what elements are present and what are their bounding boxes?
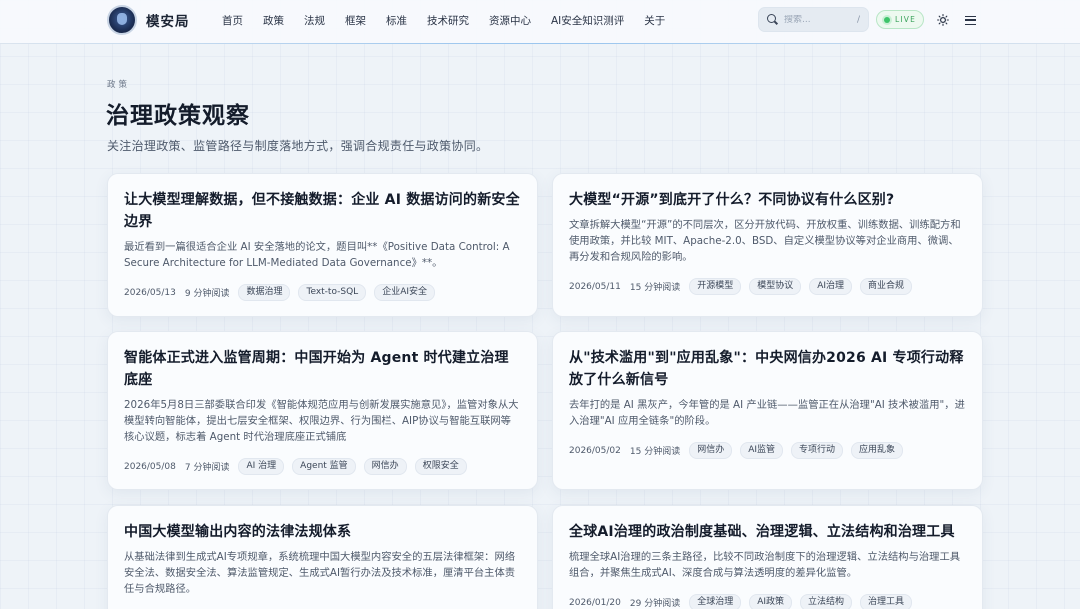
nav-standards[interactable]: 标准 [386,13,407,28]
article-tag[interactable]: AI监管 [740,442,784,459]
article-tag[interactable]: Agent 监管 [292,458,356,475]
live-label: LIVE [895,15,917,24]
article-title[interactable]: 从"技术滥用"到"应用乱象"：中央网信办2026 AI 专项行动释放了什么新信号 [569,347,966,391]
page-subtitle: 关注治理政策、监管路径与制度落地方式，强调合规责任与政策协同。 [107,139,489,153]
article-meta: 2026/05/11 15 分钟阅读 开源模型 模型协议 AI治理 商业合规 [569,278,966,295]
brand-name: 模安局 [146,14,190,30]
live-dot-icon [884,16,890,23]
article-date: 2026/05/02 [569,445,621,456]
article-tag[interactable]: AI 治理 [238,458,285,475]
article-read-time: 15 分钟阅读 [629,283,681,293]
live-badge: LIVE [876,10,925,29]
article-tag[interactable]: 开源模型 [689,278,742,295]
article-card[interactable]: 中国大模型输出内容的法律法规体系 从基础法律到生成式AI专项规章，系统梳理中国大… [107,505,538,609]
article-title[interactable]: 中国大模型输出内容的法律法规体系 [124,521,521,543]
article-meta: 2026/05/08 7 分钟阅读 AI 治理 Agent 监管 网信办 权限安… [124,458,521,475]
article-tag[interactable]: 治理工具 [860,594,913,609]
nav-frameworks[interactable]: 框架 [345,13,366,28]
nav-policy[interactable]: 政策 [263,13,284,28]
menu-button[interactable] [959,9,981,31]
article-date: 2026/05/13 [124,287,176,298]
article-excerpt: 从基础法律到生成式AI专项规章，系统梳理中国大模型内容安全的五层法律框架：网络安… [124,551,516,595]
sun-icon [937,14,949,26]
brand[interactable]: 模安局 [107,5,190,35]
article-title[interactable]: 让大模型理解数据，但不接触数据：企业 AI 数据访问的新安全边界 [124,189,521,233]
search-input[interactable] [784,14,846,25]
article-tag[interactable]: Text-to-SQL [298,284,367,301]
article-card[interactable]: 让大模型理解数据，但不接触数据：企业 AI 数据访问的新安全边界 最近看到一篇很… [107,173,538,317]
article-card[interactable]: 智能体正式进入监管周期：中国开始为 Agent 时代建立治理底座 2026年5月… [107,331,538,490]
article-card[interactable]: 全球AI治理的政治制度基础、治理逻辑、立法结构和治理工具 梳理全球AI治理的三条… [552,505,983,609]
logo-icon [107,5,137,35]
article-title[interactable]: 大模型“开源”到底开了什么？不同协议有什么区别? [569,189,966,211]
nav-regulations[interactable]: 法规 [304,13,325,28]
article-card[interactable]: 从"技术滥用"到"应用乱象"：中央网信办2026 AI 专项行动释放了什么新信号… [552,331,983,490]
nav-tech-research[interactable]: 技术研究 [427,13,469,28]
article-read-time: 29 分钟阅读 [629,599,681,609]
main-nav: 首页 政策 法规 框架 标准 技术研究 资源中心 AI安全知识测评 关于 [222,0,685,40]
article-tag[interactable]: 立法结构 [800,594,853,609]
article-excerpt: 去年打的是 AI 黑灰产，今年管的是 AI 产业链——监管正在从治理"AI 技术… [569,399,965,427]
article-meta: 2026/01/20 29 分钟阅读 全球治理 AI政策 立法结构 治理工具 [569,594,966,609]
article-tag[interactable]: 商业合规 [860,278,913,295]
page-title: 治理政策观察 [106,103,250,129]
article-excerpt: 梳理全球AI治理的三条主路径，比较不同政治制度下的治理逻辑、立法结构与治理工具组… [569,551,961,579]
article-tag[interactable]: 应用乱象 [851,442,904,459]
theme-toggle-button[interactable] [932,9,954,31]
article-date: 2026/01/20 [569,597,621,608]
nav-ai-quiz[interactable]: AI安全知识测评 [551,13,624,28]
top-navbar: 模安局 首页 政策 法规 框架 标准 技术研究 资源中心 AI安全知识测评 关于… [0,0,1080,44]
article-tag[interactable]: 全球治理 [689,594,742,609]
nav-about[interactable]: 关于 [644,13,665,28]
article-tag[interactable]: 企业AI安全 [374,284,436,301]
article-title[interactable]: 智能体正式进入监管周期：中国开始为 Agent 时代建立治理底座 [124,347,521,391]
article-read-time: 7 分钟阅读 [184,463,230,473]
menu-icon [964,15,976,25]
article-tag[interactable]: 网信办 [363,458,407,475]
article-tag[interactable]: AI政策 [749,594,793,609]
article-meta: 2026/05/13 9 分钟阅读 数据治理 Text-to-SQL 企业AI安… [124,284,521,301]
article-excerpt: 最近看到一篇很适合企业 AI 安全落地的论文，题目叫**《Positive Da… [124,241,510,269]
article-tag[interactable]: 专项行动 [791,442,844,459]
article-excerpt: 文章拆解大模型“开源”的不同层次，区分开放代码、开放权重、训练数据、训练配方和使… [569,219,961,263]
article-tag[interactable]: AI治理 [809,278,853,295]
article-excerpt: 2026年5月8日三部委联合印发《智能体规范应用与创新发展实施意见》，监管对象从… [124,399,519,443]
article-tag[interactable]: 模型协议 [749,278,802,295]
article-date: 2026/05/11 [569,281,621,292]
search-shortcut-hint: / [856,14,860,25]
section-kicker: 政策 [107,80,131,90]
article-tag[interactable]: 权限安全 [414,458,467,475]
article-date: 2026/05/08 [124,461,176,472]
article-title[interactable]: 全球AI治理的政治制度基础、治理逻辑、立法结构和治理工具 [569,521,966,543]
nav-home[interactable]: 首页 [222,13,243,28]
article-read-time: 9 分钟阅读 [184,289,230,299]
article-meta: 2026/05/02 15 分钟阅读 网信办 AI监管 专项行动 应用乱象 [569,442,966,459]
article-card[interactable]: 大模型“开源”到底开了什么？不同协议有什么区别? 文章拆解大模型“开源”的不同层… [552,173,983,317]
nav-resources[interactable]: 资源中心 [489,13,531,28]
search-icon [767,14,778,25]
article-tag[interactable]: 网信办 [689,442,733,459]
article-read-time: 15 分钟阅读 [629,447,681,457]
article-tag[interactable]: 数据治理 [238,284,291,301]
search-box[interactable]: / [758,7,869,32]
